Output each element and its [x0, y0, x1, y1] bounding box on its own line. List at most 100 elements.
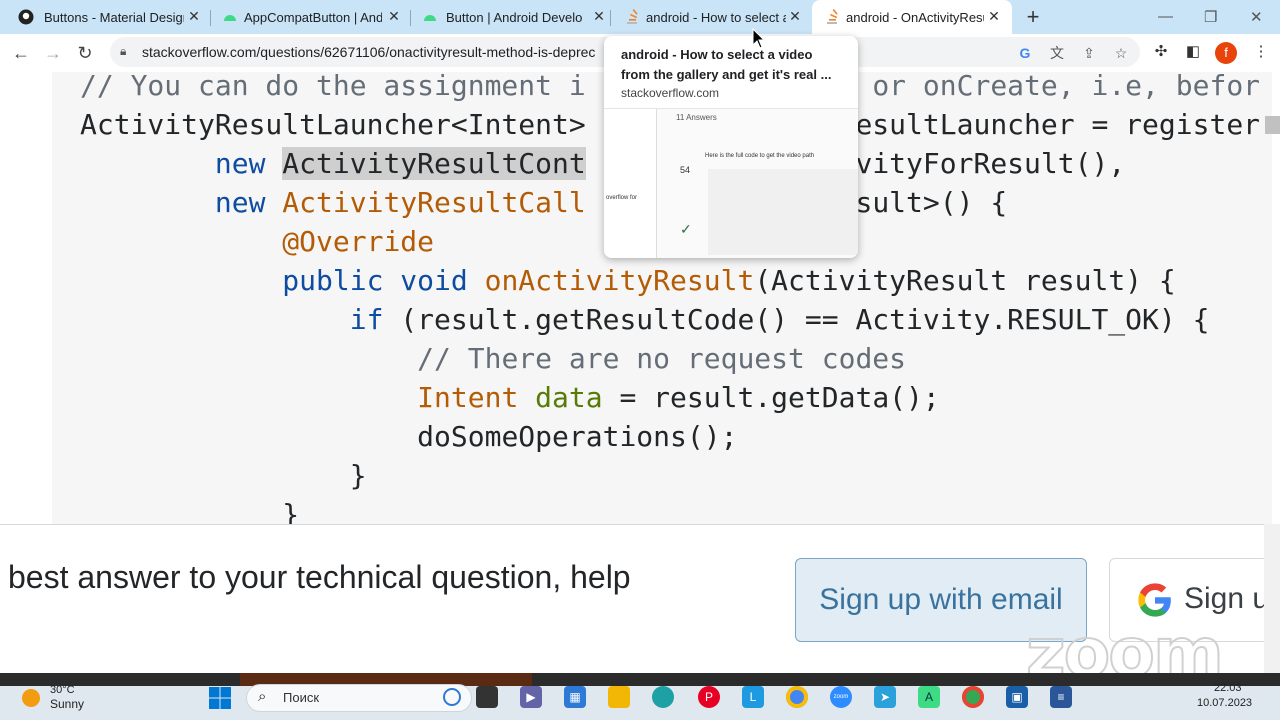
address-url[interactable]: stackoverflow.com/questions/62671106/ona… — [142, 44, 612, 60]
forward-icon[interactable]: → — [42, 42, 64, 64]
minimize-icon[interactable]: — — [1158, 8, 1173, 25]
bing-icon[interactable] — [443, 688, 461, 706]
code-token: ivityForResult(), — [838, 147, 1126, 180]
code-token: esult>() { — [838, 186, 1008, 219]
thumb-sidebar: overflow for — [604, 109, 657, 258]
close-icon[interactable]: ✕ — [787, 8, 803, 24]
reload-icon[interactable]: ↻ — [74, 42, 96, 64]
tab-4-active[interactable]: android - OnActivityResult ✕ — [812, 0, 1012, 34]
close-icon[interactable]: ✕ — [591, 8, 607, 24]
code-token: data — [535, 381, 603, 414]
android-studio-icon[interactable]: A — [918, 686, 940, 708]
lingualeo-icon[interactable]: L — [742, 686, 764, 708]
side-panel-icon[interactable]: ◧ — [1184, 43, 1202, 61]
new-tab-button[interactable]: + — [1022, 6, 1044, 28]
google-icon[interactable]: G — [1016, 44, 1034, 62]
code-line: doSomeOperations(); — [80, 417, 737, 456]
tab-hover-preview: android - How to select a video from the… — [604, 36, 858, 258]
windows-taskbar: 30°C Sunny ⌕ Поиск ▶ ▦ P L zoom ➤ A ▣ ≡ … — [0, 682, 1280, 720]
lock-icon[interactable]: 🔒︎ — [120, 44, 126, 59]
close-icon[interactable]: ✕ — [986, 8, 1002, 24]
banner-scrollbar[interactable] — [1264, 524, 1280, 674]
code-token: doSomeOperations(); — [417, 420, 738, 453]
profile-avatar[interactable]: f — [1215, 42, 1237, 64]
code-token: new — [214, 186, 266, 219]
code-line: } — [80, 456, 367, 495]
share-icon[interactable]: ⇪ — [1080, 44, 1098, 62]
code-token: } — [282, 498, 300, 524]
preview-title: android - How to select a video from the… — [621, 47, 832, 82]
sun-icon[interactable] — [22, 689, 40, 707]
tab-title: android - How to select a — [646, 10, 786, 25]
clock-date[interactable]: 10.07.2023 — [1197, 697, 1252, 709]
code-token: or onCreate, i.e, befor — [872, 72, 1261, 102]
restore-icon[interactable]: ❐ — [1204, 8, 1217, 26]
code-token: ActivityResultLauncher<Intent> — [80, 108, 586, 141]
back-icon[interactable]: ← — [10, 42, 32, 64]
tab-strip: Buttons - Material Design ✕ AppCompatBut… — [0, 0, 1280, 34]
clock-time[interactable]: 22:03 — [1214, 682, 1242, 694]
edge-icon[interactable] — [652, 686, 674, 708]
close-icon[interactable]: ✕ — [186, 8, 202, 24]
video-strip — [0, 673, 1280, 686]
close-icon[interactable]: ✕ — [386, 8, 402, 24]
mouse-cursor-icon — [752, 28, 766, 49]
pinterest-icon[interactable]: P — [698, 686, 720, 708]
code-token: } — [349, 459, 367, 492]
translate-icon[interactable]: 文 — [1048, 44, 1066, 62]
teams-icon[interactable]: ▶ — [520, 686, 542, 708]
close-window-icon[interactable]: ✕ — [1250, 8, 1263, 26]
code-token: (ActivityResult result) { — [754, 264, 1176, 297]
zoom-icon[interactable]: zoom — [830, 686, 852, 708]
android-icon — [424, 15, 436, 21]
github-icon — [18, 9, 34, 25]
code-token: @Override — [282, 225, 435, 258]
tab-1[interactable]: AppCompatButton | And ✕ — [210, 0, 410, 34]
code-token: Intent — [417, 381, 519, 414]
menu-icon[interactable]: ⋮ — [1252, 43, 1270, 61]
code-line: @Override — [80, 222, 434, 261]
code-line: Intent data = result.getData(); — [80, 378, 940, 417]
notes-icon[interactable]: ≡ — [1050, 686, 1072, 708]
thumb-answers: 11 Answers — [676, 113, 717, 122]
code-token: public void — [282, 264, 468, 297]
signup-google-label: Sign u — [1184, 582, 1269, 615]
code-token: esultLauncher = register — [855, 108, 1261, 141]
tab-0[interactable]: Buttons - Material Design ✕ — [0, 0, 210, 34]
code-token: ActivityResultCont — [282, 147, 586, 180]
file-explorer-icon[interactable] — [608, 686, 630, 708]
android-icon — [224, 15, 236, 21]
bookmark-star-icon[interactable]: ☆ — [1112, 44, 1130, 62]
windows-start-icon[interactable] — [208, 686, 232, 710]
code-token: // You can do the assignment i — [80, 72, 586, 102]
tab-title: AppCompatButton | And — [244, 10, 382, 25]
scrollbar-thumb[interactable] — [1265, 116, 1280, 134]
thumb-text: Here is the full code to get the video p… — [705, 153, 815, 159]
stackoverflow-icon — [627, 9, 638, 24]
chrome-icon[interactable] — [786, 686, 808, 708]
chrome-profile-icon[interactable] — [962, 686, 984, 708]
preview-thumbnail: overflow for 11 Answers 54 Here is the f… — [604, 108, 858, 258]
extensions-icon[interactable]: ✣ — [1152, 43, 1170, 61]
code-line: new ActivityResultCall esult>() { — [80, 183, 1007, 222]
code-token: (result.getResultCode() == Activity.RESU… — [383, 303, 1210, 336]
tab-2[interactable]: Button | Android Develo ✕ — [410, 0, 610, 34]
task-view-icon[interactable] — [476, 686, 498, 708]
weather-temp[interactable]: 30°C — [50, 684, 75, 696]
thumb-code — [708, 169, 858, 255]
telegram-icon[interactable]: ➤ — [874, 686, 896, 708]
store-icon[interactable]: ▦ — [564, 686, 586, 708]
accepted-check-icon: ✓ — [680, 221, 692, 237]
tab-3[interactable]: android - How to select a ✕ — [610, 0, 810, 34]
taskbar-search[interactable]: ⌕ Поиск — [246, 684, 472, 712]
weather-desc[interactable]: Sunny — [50, 697, 84, 711]
app-icon[interactable]: ▣ — [1006, 686, 1028, 708]
